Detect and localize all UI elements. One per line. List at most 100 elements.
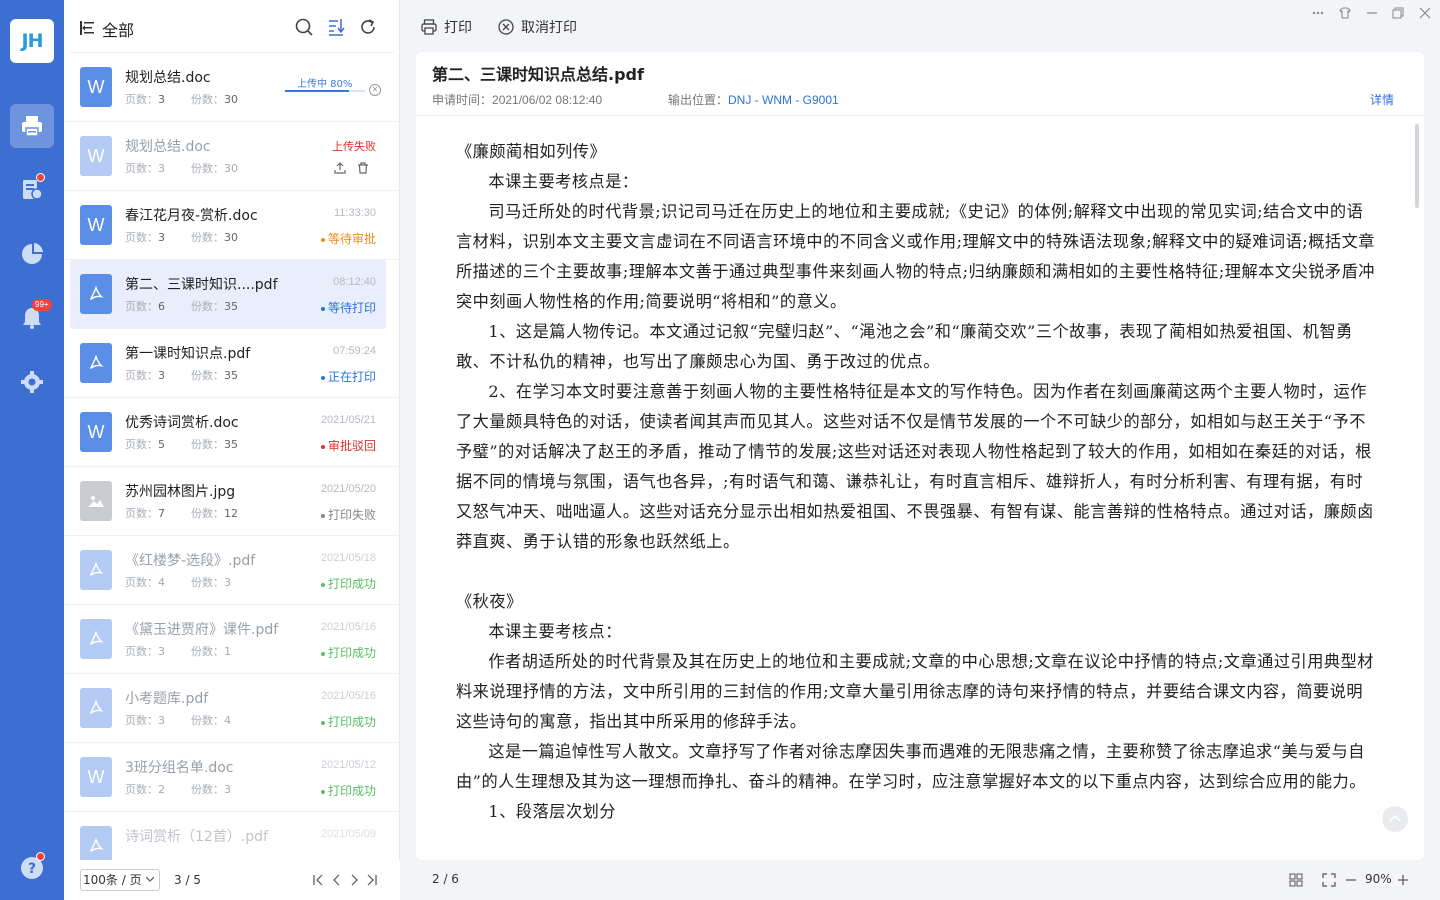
word-file-icon: W	[80, 136, 112, 176]
job-item[interactable]: W 3班分组名单.doc 页数：2 份数：3 2021/05/12 打印成功	[64, 743, 400, 812]
scroll-to-top-button[interactable]	[1382, 806, 1408, 832]
list-filter-title[interactable]: 全部	[102, 17, 134, 41]
rail-help-button[interactable]: ?	[10, 846, 54, 890]
fullscreen-icon[interactable]	[1322, 873, 1336, 887]
help-notification-dot	[36, 852, 45, 861]
rail-notifications-button[interactable]: 99+	[10, 296, 54, 340]
job-name: 规划总结.doc	[125, 139, 211, 155]
rail-approval-button[interactable]	[10, 168, 54, 212]
prev-page-icon[interactable]	[331, 874, 343, 886]
printer-icon	[421, 19, 437, 35]
approval-notification-dot	[36, 173, 45, 182]
refresh-icon[interactable]	[358, 17, 378, 37]
page-counter: 2 / 6	[432, 872, 459, 886]
output-location: 输出位置：DNJ - WNM - G9001	[668, 93, 839, 107]
first-page-icon[interactable]	[312, 874, 324, 886]
job-item[interactable]: W 春江花月夜-赏析.doc 页数：3 份数：30 11:33:30 等待审批	[64, 191, 400, 260]
job-meta: 页数：3 份数：4	[125, 714, 231, 727]
page-indicator: 3 / 5	[174, 873, 201, 887]
cancel-print-button[interactable]: 取消打印	[497, 17, 577, 37]
job-date: 2021/05/16	[320, 690, 376, 702]
word-file-icon: W	[80, 757, 112, 797]
doc-paragraph: 司马迁所处的时代背景;识记司马迁在历史上的地位和主要成就;《史记》的体例;解释文…	[456, 202, 1375, 311]
job-name: 优秀诗词赏析.doc	[125, 415, 239, 431]
grid-view-icon[interactable]	[1289, 873, 1303, 887]
job-item[interactable]: 小考题库.pdf 页数：3 份数：4 2021/05/16 打印成功	[64, 674, 400, 743]
more-options-icon[interactable]	[1311, 6, 1325, 20]
rail-statistics-button[interactable]	[10, 232, 54, 276]
doc-paragraph: 作者胡适所处的时代背景及其在历史上的地位和主要成就;文章的中心思想;文章在议论中…	[456, 652, 1374, 731]
preview-toolbar: 打印 取消打印	[400, 0, 1440, 52]
divider	[416, 115, 1424, 116]
job-name: 小考题库.pdf	[125, 691, 209, 707]
page-size-select[interactable]: 100条 / 页	[80, 869, 160, 891]
word-file-icon: W	[80, 205, 112, 245]
pdf-file-icon	[80, 826, 112, 860]
job-item[interactable]: 《黛玉进贾府》课件.pdf 页数：3 份数：1 2021/05/16 打印成功	[64, 605, 400, 674]
doc-paragraph: 本课主要考核点：	[488, 622, 622, 641]
job-item[interactable]: 《红楼梦-选段》.pdf 页数：4 份数：3 2021/05/18 打印成功	[64, 536, 400, 605]
job-date: 2021/05/20	[320, 483, 376, 495]
status-badge: 等待打印	[320, 299, 376, 316]
list-menu-icon[interactable]	[80, 20, 96, 36]
last-page-icon[interactable]	[366, 874, 378, 886]
zoom-in-icon[interactable]	[1396, 873, 1410, 887]
word-file-icon: W	[80, 412, 112, 452]
sort-icon[interactable]	[326, 17, 346, 37]
retry-upload-icon[interactable]	[334, 162, 346, 174]
job-list: W 规划总结.doc 页数：3 份数：30 上传中 80% ✕ W 规划总结.do…	[64, 53, 400, 860]
job-item-selected[interactable]: 第二、三课时知识....pdf 页数：6 份数：35 08:12:40 等待打印	[70, 260, 386, 329]
preview-area: 打印 取消打印 第二、三课时知识点总结.pdf 申请时间：2021/06/02 …	[400, 0, 1440, 900]
job-item[interactable]: 诗词赏析（12首）.pdf 2021/05/09	[64, 812, 400, 860]
logo-text: JH	[21, 30, 44, 52]
search-icon[interactable]	[294, 17, 314, 37]
svg-text:?: ?	[28, 861, 36, 877]
job-item[interactable]: W 规划总结.doc 页数：3 份数：30 上传中 80% ✕	[64, 53, 400, 122]
job-date: 2021/05/12	[320, 759, 376, 771]
printer-icon	[22, 116, 42, 137]
request-time: 申请时间：2021/06/02 08:12:40	[432, 93, 603, 107]
chevron-up-icon	[1389, 814, 1401, 822]
status-badge: 正在打印	[320, 368, 376, 385]
job-meta: 页数：3 份数：30	[125, 162, 238, 175]
preview-scrollbar[interactable]	[1415, 124, 1419, 208]
maximize-icon[interactable]	[1391, 6, 1405, 20]
close-icon[interactable]	[1418, 6, 1432, 20]
app-logo: JH	[10, 19, 54, 63]
next-page-icon[interactable]	[348, 874, 360, 886]
upload-failed-label: 上传失败	[332, 140, 376, 153]
job-list-panel: 全部 W 规划总结.doc 页数：3 份数：30 上传中 80% ✕ W 规划总结…	[64, 0, 461, 900]
job-item[interactable]: 苏州园林图片.jpg 页数：7 份数：12 2021/05/20 打印失败	[64, 467, 400, 536]
image-file-icon	[80, 481, 112, 521]
document-preview[interactable]: 《廉颇蔺相如列传》 本课主要考核点是： 司马迁所处的时代背景;识记司马迁在历史上…	[456, 137, 1378, 857]
job-time: 07:59:24	[333, 345, 376, 357]
delete-icon[interactable]	[357, 162, 369, 174]
job-name: 第二、三课时知识....pdf	[125, 277, 278, 293]
job-date: 2021/05/18	[320, 552, 376, 564]
gear-icon	[21, 371, 43, 393]
upload-progress-fill	[285, 90, 349, 92]
details-link[interactable]: 详情	[1370, 91, 1394, 108]
zoom-out-icon[interactable]	[1344, 873, 1358, 887]
print-button[interactable]: 打印	[420, 17, 472, 37]
cancel-upload-icon[interactable]: ✕	[369, 84, 381, 96]
doc-paragraph: 这是一篇追悼性写人散文。文章抒写了作者对徐志摩因失事而遇难的无限悲痛之情，主要称…	[456, 742, 1366, 791]
list-header: 全部	[64, 0, 400, 54]
job-date: 2021/05/21	[320, 414, 376, 426]
job-item[interactable]: W 规划总结.doc 页数：3 份数：30 上传失败	[64, 122, 400, 191]
document-title: 第二、三课时知识点总结.pdf	[432, 65, 644, 84]
minimize-icon[interactable]	[1365, 6, 1379, 20]
status-badge: 打印成功	[320, 575, 376, 592]
rail-settings-button[interactable]	[10, 360, 54, 404]
job-meta: 页数：3 份数：30	[125, 93, 238, 106]
doc-heading: 《廉颇蔺相如列传》	[456, 142, 607, 161]
pdf-file-icon	[80, 343, 112, 383]
rail-print-button[interactable]	[10, 104, 54, 148]
skin-icon[interactable]	[1338, 6, 1352, 20]
word-file-icon: W	[80, 67, 112, 107]
document-card: 第二、三课时知识点总结.pdf 申请时间：2021/06/02 08:12:40…	[416, 52, 1424, 860]
job-name: 第一课时知识点.pdf	[125, 346, 251, 362]
pdf-file-icon	[80, 550, 112, 590]
job-item[interactable]: W 优秀诗词赏析.doc 页数：5 份数：35 2021/05/21 审批驳回	[64, 398, 400, 467]
job-item[interactable]: 第一课时知识点.pdf 页数：3 份数：35 07:59:24 正在打印	[64, 329, 400, 398]
